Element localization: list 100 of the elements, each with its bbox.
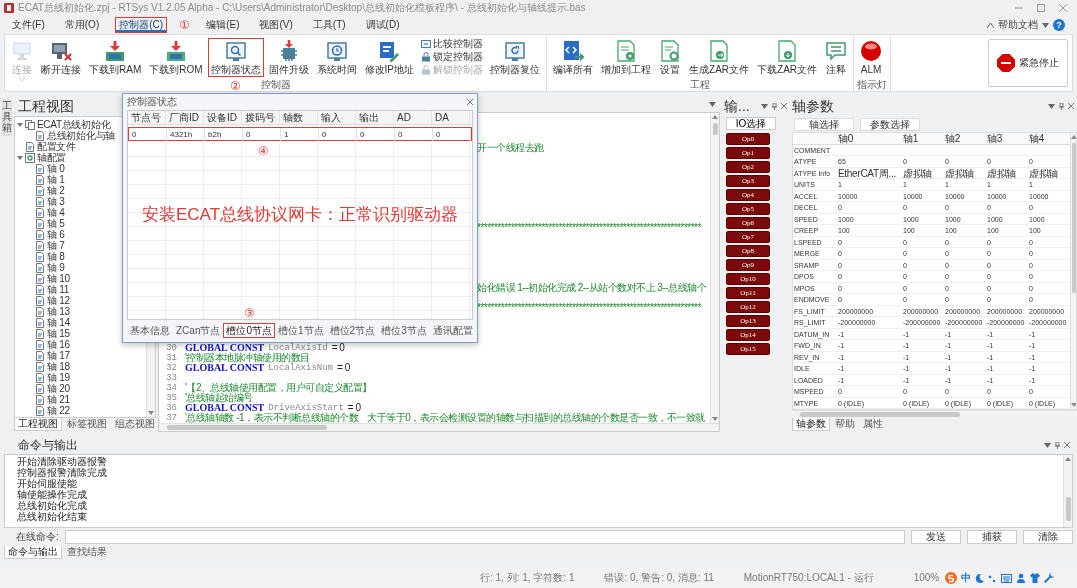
close-icon[interactable] <box>1068 103 1074 109</box>
ribbon-button[interactable]: 生成ZAR文件 <box>686 38 753 77</box>
logo-icon[interactable] <box>945 572 958 584</box>
tab[interactable]: 查找结果 <box>64 546 110 558</box>
menu-item[interactable]: 编辑(E) <box>202 17 244 33</box>
wrench-icon[interactable] <box>1044 573 1055 583</box>
scroll-up-icon[interactable] <box>1065 457 1071 461</box>
tab[interactable]: 槽位1节点 <box>275 323 327 338</box>
axis-select-button[interactable]: 轴选择 <box>794 117 854 131</box>
scroll-up-icon[interactable] <box>1071 135 1076 139</box>
moon-icon[interactable] <box>975 573 985 583</box>
tab[interactable]: 帮助 <box>832 418 858 430</box>
scrollbar-thumb[interactable] <box>712 123 718 135</box>
close-icon[interactable] <box>1059 4 1067 12</box>
tree-item[interactable]: 轴 8 <box>47 251 65 262</box>
scrollbar-thumb[interactable] <box>800 412 960 417</box>
tab[interactable]: 属性 <box>860 418 886 430</box>
menu-item[interactable]: 视图(V) <box>255 17 297 33</box>
caret-icon[interactable] <box>761 103 768 109</box>
pin-icon[interactable] <box>1059 102 1064 110</box>
close-icon[interactable] <box>781 103 787 109</box>
ribbon-button[interactable]: 控制器状态 <box>207 38 264 77</box>
tab[interactable]: ZCan节点 <box>173 323 224 338</box>
ribbon-button[interactable]: 修改IP地址 <box>361 38 418 77</box>
scroll-down-icon[interactable] <box>148 411 154 415</box>
expand-icon[interactable] <box>17 154 23 161</box>
tree-item[interactable]: 轴 3 <box>47 196 65 207</box>
tree-item[interactable]: 轴 15 <box>47 328 70 339</box>
ribbon-button[interactable]: 断开连接 <box>38 38 84 77</box>
emergency-stop-button[interactable]: 紧急停止 <box>988 39 1068 87</box>
person-icon[interactable] <box>1016 573 1027 583</box>
toolbox-tab[interactable]: 工具箱 <box>2 100 12 136</box>
help-menu[interactable]: 帮助文档 <box>998 19 1038 31</box>
tree-item[interactable]: 轴配置 <box>37 152 67 163</box>
tree-item[interactable]: 轴 12 <box>47 295 70 306</box>
scrollbar-thumb[interactable] <box>167 425 327 430</box>
menu-item[interactable]: 常用(O) <box>60 17 104 33</box>
scroll-up-icon[interactable] <box>712 115 718 119</box>
tree-item[interactable]: 轴 17 <box>47 350 70 361</box>
horizontal-scrollbar[interactable] <box>159 423 719 431</box>
tab[interactable]: 基本信息 <box>127 323 173 338</box>
tree-item[interactable]: 轴 16 <box>47 339 70 350</box>
ribbon-button[interactable]: 系统时间 <box>313 38 360 77</box>
tab[interactable]: 槽位3节点 <box>378 323 430 338</box>
keyboard-icon[interactable] <box>1001 573 1013 583</box>
tree-item[interactable]: 轴 5 <box>47 218 65 229</box>
punctuation-icon[interactable] <box>988 573 998 583</box>
tree-item[interactable]: 轴 9 <box>47 262 65 273</box>
close-icon[interactable] <box>1064 442 1070 448</box>
tree-item[interactable]: 轴 2 <box>47 185 65 196</box>
shirt-icon[interactable] <box>1030 573 1041 583</box>
ribbon-button[interactable]: 比较控制器 <box>419 38 486 50</box>
ribbon-button[interactable]: 设置 <box>656 38 685 77</box>
vertical-scrollbar[interactable] <box>710 113 719 423</box>
caret-icon[interactable] <box>1048 103 1055 109</box>
caret-icon[interactable] <box>709 101 716 107</box>
io-select-button[interactable]: IO选择 <box>726 117 776 130</box>
ribbon-button[interactable]: 下载到ROM <box>146 38 206 77</box>
tab[interactable]: 命令与输出 <box>4 546 62 559</box>
ribbon-button[interactable]: 锁定控制器 <box>419 51 486 63</box>
menu-item[interactable]: 调试(D) <box>361 17 404 33</box>
ribbon-button[interactable]: 固件升级 <box>265 38 312 77</box>
scroll-down-icon[interactable] <box>1071 403 1076 407</box>
ribbon-button[interactable]: 增加到工程 <box>598 38 655 77</box>
menu-item[interactable]: 文件(F) <box>8 17 49 33</box>
expand-icon[interactable] <box>17 121 23 128</box>
tree-item[interactable]: 轴 18 <box>47 361 70 372</box>
vertical-scrollbar[interactable] <box>1070 133 1076 409</box>
maximize-icon[interactable] <box>1037 4 1045 12</box>
caret-icon[interactable] <box>1042 22 1049 28</box>
menu-item[interactable]: 工具(T) <box>308 17 350 33</box>
pin-icon[interactable] <box>772 102 777 110</box>
ribbon-button[interactable]: 编译所有 <box>550 38 597 77</box>
menu-item[interactable]: 控制器(C) <box>115 17 168 33</box>
tree-item[interactable]: 轴 13 <box>47 306 70 317</box>
vertical-scrollbar[interactable] <box>1063 455 1072 527</box>
tab[interactable]: 组态视图 <box>112 418 158 430</box>
tree-item[interactable]: 轴 4 <box>47 207 65 218</box>
tree-item[interactable]: 轴 10 <box>47 273 70 284</box>
ime-mode[interactable]: 中 <box>961 572 972 584</box>
tree-item[interactable]: ECAT总线初始化 <box>37 119 111 130</box>
tree-item[interactable]: 轴 11 <box>47 284 69 295</box>
caret-icon[interactable] <box>1044 442 1051 448</box>
tree-item[interactable]: 轴 14 <box>47 317 70 328</box>
tree-item[interactable]: 轴 21 <box>47 394 70 405</box>
tree-item[interactable]: 总线初始化与轴 <box>47 130 115 141</box>
ribbon-button[interactable]: 控制器复位 <box>487 38 544 77</box>
command-button[interactable]: 发送 <box>911 530 961 544</box>
table-row[interactable]: 0 4321h b2h 0 1 0 0 0 0 <box>128 127 472 141</box>
command-button[interactable]: 清除 <box>1023 530 1073 544</box>
tab[interactable]: 轴参数 <box>792 418 830 431</box>
tree-item[interactable]: 轴 22 <box>47 405 70 416</box>
scroll-down-icon[interactable] <box>712 417 718 421</box>
tree-item[interactable]: 轴 20 <box>47 383 70 394</box>
close-icon[interactable] <box>467 99 473 105</box>
tab[interactable]: 工程视图 <box>14 418 62 431</box>
tree-item[interactable]: 轴 1 <box>47 174 65 185</box>
ribbon-button[interactable]: 注释 <box>822 38 851 77</box>
tab[interactable]: 槽位0节点 <box>223 323 275 338</box>
collapse-icon[interactable] <box>987 22 994 28</box>
